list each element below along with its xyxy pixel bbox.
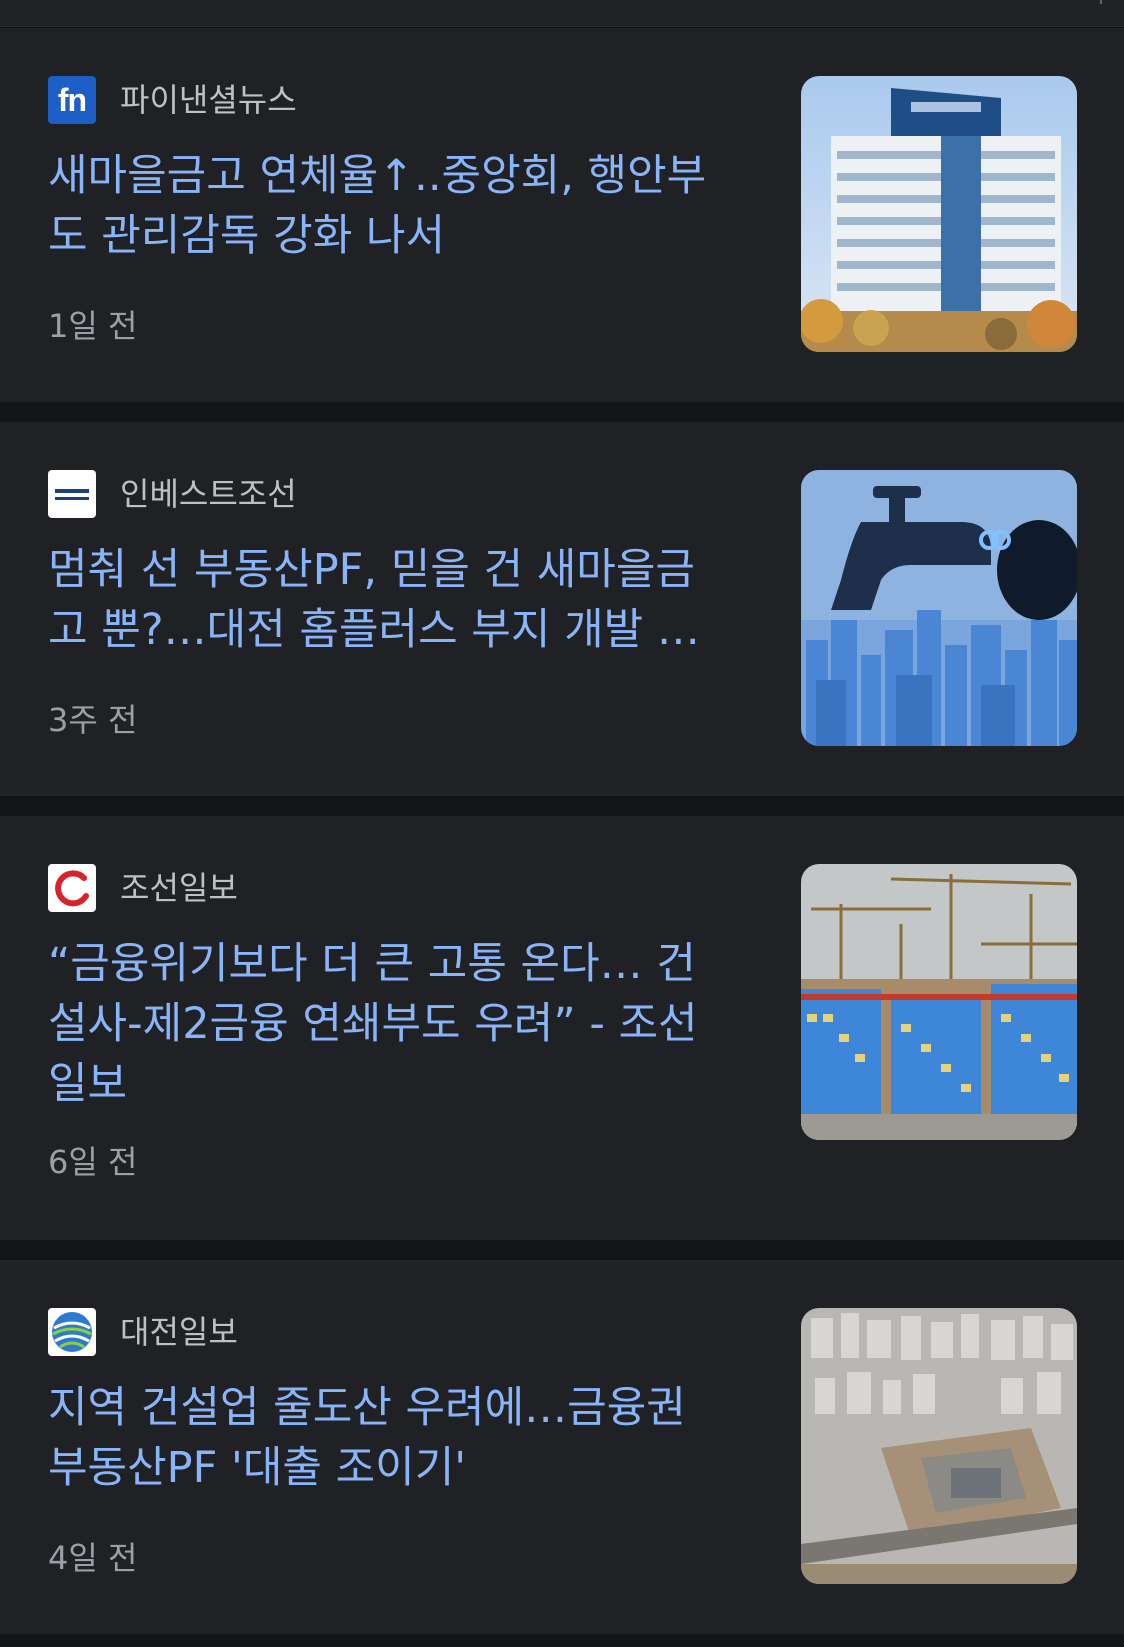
chosun-logo-icon: [48, 864, 96, 912]
logo-bar: [55, 496, 89, 500]
headline-link[interactable]: “금융위기보다 더 큰 고통 온다… 건 설사-제2금융 연쇄부도 우려” - …: [48, 934, 728, 1114]
headline-line: 고 뿐?…대전 홈플러스 부지 개발 …: [48, 605, 700, 655]
headline-link[interactable]: 멈춰 선 부동산PF, 믿을 건 새마을금 고 뿐?…대전 홈플러스 부지 개발…: [48, 540, 728, 660]
headline-line: 새마을금고 연체율↑..중앙회, 행안부: [48, 151, 707, 201]
logo-bar: [55, 488, 89, 493]
headline-link[interactable]: 새마을금고 연체율↑..중앙회, 행안부 도 관리감독 강화 나서: [48, 146, 728, 266]
timestamp: 4일 전: [48, 1539, 138, 1577]
daejeon-ilbo-logo-icon: [48, 1308, 96, 1356]
faucet-city-thumbnail[interactable]: [801, 470, 1077, 746]
office-building-thumbnail[interactable]: [801, 76, 1077, 352]
source-row: 조선일보: [48, 864, 238, 912]
bottom-divider: [0, 1634, 1124, 1647]
scroll-indicator: [1100, 0, 1102, 4]
source-row: 인베스트조선: [48, 470, 297, 518]
source-name: 조선일보: [120, 869, 238, 907]
headline-link[interactable]: 지역 건설업 줄도산 우려에…금융권 부동산PF '대출 조이기': [48, 1378, 728, 1498]
headline-line: 설사-제2금융 연쇄부도 우려” - 조선: [48, 999, 698, 1049]
top-edge-bar: [0, 0, 1124, 27]
headline-line: “금융위기보다 더 큰 고통 온다… 건: [48, 939, 696, 989]
source-name: 인베스트조선: [120, 475, 297, 513]
source-row: 대전일보: [48, 1308, 238, 1356]
investchosun-logo-icon: [48, 470, 96, 518]
headline-line: 도 관리감독 강화 나서: [48, 211, 446, 261]
news-card[interactable]: 인베스트조선 멈춰 선 부동산PF, 믿을 건 새마을금 고 뿐?…대전 홈플러…: [0, 422, 1124, 796]
headline-line: 멈춰 선 부동산PF, 믿을 건 새마을금: [48, 545, 695, 595]
source-name: 대전일보: [120, 1313, 238, 1351]
news-card[interactable]: fn 파이낸셜뉴스 새마을금고 연체율↑..중앙회, 행안부 도 관리감독 강화…: [0, 28, 1124, 402]
aerial-city-thumbnail[interactable]: [801, 1308, 1077, 1584]
headline-line: 부동산PF '대출 조이기': [48, 1443, 467, 1493]
headline-line: 일보: [48, 1059, 128, 1109]
news-card[interactable]: 대전일보 지역 건설업 줄도산 우려에…금융권 부동산PF '대출 조이기' 4…: [0, 1260, 1124, 1634]
headline-line: 지역 건설업 줄도산 우려에…금융권: [48, 1383, 686, 1433]
timestamp: 6일 전: [48, 1143, 138, 1181]
timestamp: 1일 전: [48, 307, 138, 345]
news-card[interactable]: 조선일보 “금융위기보다 더 큰 고통 온다… 건 설사-제2금융 연쇄부도 우…: [0, 816, 1124, 1240]
timestamp: 3주 전: [48, 701, 138, 739]
fn-logo-text: fn: [57, 81, 87, 118]
source-row: fn 파이낸셜뉴스: [48, 76, 297, 124]
fn-logo-icon: fn: [48, 76, 96, 124]
source-name: 파이낸셜뉴스: [120, 81, 297, 119]
construction-cranes-thumbnail[interactable]: [801, 864, 1077, 1140]
